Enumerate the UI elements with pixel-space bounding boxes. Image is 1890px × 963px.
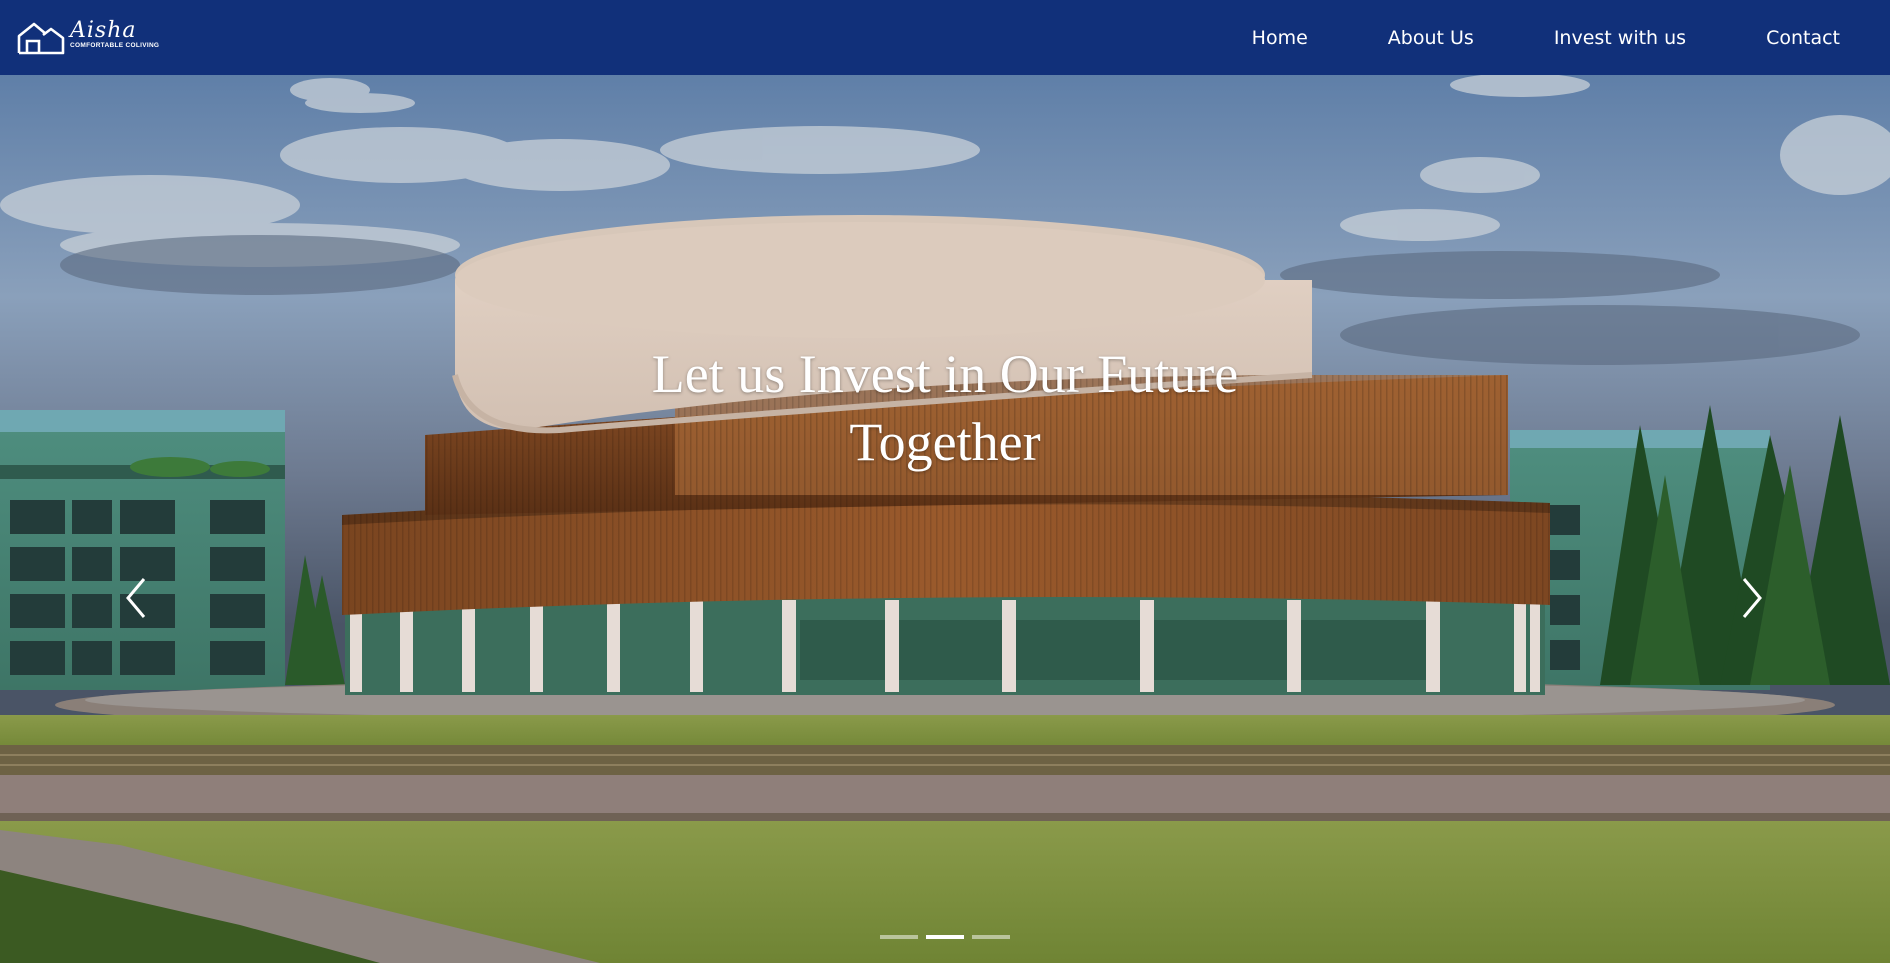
carousel-indicator-2[interactable] [926,935,964,939]
hero-carousel: Let us Invest in Our Future Together [0,75,1890,963]
house-logo-icon [17,22,65,54]
carousel-next-button[interactable] [1736,573,1766,623]
hero-caption: Let us Invest in Our Future Together [0,340,1890,476]
brand-script-name: Aisha [70,17,137,43]
main-nav: Home About Us Invest with us Contact [1172,0,1874,75]
carousel-indicator-3[interactable] [972,935,1010,939]
brand-tagline: COMFORTABLE COLIVING [70,41,160,49]
hero-slide-image [0,75,1890,963]
chevron-left-icon [126,578,146,618]
chevron-right-icon [1742,578,1762,618]
brand-logo[interactable]: Aisha COMFORTABLE COLIVING [16,0,159,75]
hero-caption-line1: Let us Invest in Our Future [651,344,1239,404]
brand-text: Aisha COMFORTABLE COLIVING [70,19,160,50]
nav-link-home[interactable]: Home [1252,27,1308,49]
nav-link-invest-with-us[interactable]: Invest with us [1554,27,1686,49]
nav-link-about-us[interactable]: About Us [1388,27,1474,49]
carousel-indicator-1[interactable] [880,935,918,939]
hero-caption-line2: Together [849,412,1041,472]
nav-link-contact[interactable]: Contact [1766,27,1840,49]
carousel-prev-button[interactable] [122,573,152,623]
carousel-indicators [0,935,1890,939]
navbar: Aisha COMFORTABLE COLIVING Home About Us… [0,0,1890,75]
